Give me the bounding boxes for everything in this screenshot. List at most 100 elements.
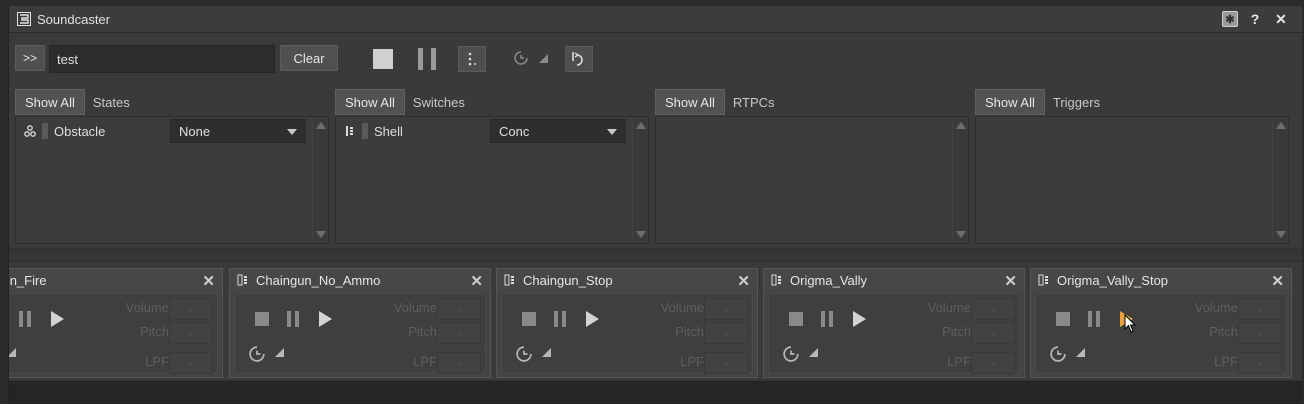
switches-header: Show All Switches — [335, 88, 465, 116]
triggers-list — [975, 116, 1289, 244]
clock-icon[interactable] — [249, 346, 265, 362]
ramp-icon[interactable] — [809, 348, 818, 357]
volume-label: Volume — [393, 300, 437, 315]
expand-button[interactable]: >> — [15, 45, 45, 71]
lpf-label: LPF — [413, 354, 437, 369]
pause-icon[interactable] — [19, 311, 31, 327]
lpf-value[interactable]: - — [1238, 352, 1282, 374]
rtpcs-show-all-button[interactable]: Show All — [655, 89, 725, 115]
lpf-value[interactable]: - — [437, 352, 481, 374]
ramp-icon[interactable] — [1076, 348, 1085, 357]
help-icon[interactable]: ? — [1246, 10, 1264, 28]
event-icon — [770, 273, 784, 287]
pitch-label: Pitch — [140, 324, 169, 339]
search-input[interactable]: test — [49, 45, 275, 73]
pause-icon[interactable] — [554, 311, 566, 327]
states-scrollbar[interactable] — [312, 117, 328, 243]
switches-list: Shell Conc — [335, 116, 649, 244]
pitch-label: Pitch — [408, 324, 437, 339]
card-title: Chaingun_No_Ammo — [256, 272, 381, 288]
pitch-label: Pitch — [1209, 324, 1238, 339]
card-title: Chaingun_Stop — [523, 272, 613, 288]
close-icon[interactable]: ✕ — [1004, 272, 1017, 290]
triggers-scrollbar[interactable] — [1272, 117, 1288, 243]
stop-icon[interactable] — [255, 312, 269, 326]
sound-card: Chaingun_Stop ✕ Volume Pitch LPF - - - — [496, 268, 758, 378]
volume-value[interactable]: - — [971, 298, 1015, 320]
play-icon[interactable] — [586, 311, 599, 327]
stop-icon[interactable] — [522, 312, 536, 326]
event-icon — [503, 273, 517, 287]
volume-label: Volume — [125, 300, 169, 315]
pause-icon[interactable] — [287, 311, 299, 327]
volume-value[interactable]: - — [704, 298, 748, 320]
volume-label: Volume — [660, 300, 704, 315]
play-icon[interactable] — [853, 311, 866, 327]
pause-icon[interactable] — [1088, 311, 1100, 327]
switch-group-icon — [342, 125, 358, 137]
clock-icon[interactable] — [514, 51, 528, 65]
ramp-icon[interactable] — [275, 348, 284, 357]
close-icon[interactable]: ✕ — [1272, 10, 1290, 28]
states-label: States — [92, 94, 130, 110]
triggers-header: Show All Triggers — [975, 88, 1100, 116]
states-list: Obstacle None — [15, 116, 329, 244]
play-icon[interactable] — [319, 311, 332, 327]
triggers-label: Triggers — [1052, 94, 1101, 110]
lpf-value[interactable]: - — [169, 352, 213, 374]
stop-all-button[interactable] — [373, 49, 393, 69]
pause-all-button[interactable] — [418, 48, 436, 70]
switch-value-dropdown[interactable]: Conc — [490, 119, 626, 143]
pitch-value[interactable]: - — [1238, 322, 1282, 344]
ramp-icon[interactable] — [539, 54, 548, 63]
volume-value[interactable]: - — [1238, 298, 1282, 320]
pause-icon[interactable] — [821, 311, 833, 327]
bottom-scroll-area[interactable] — [9, 380, 1302, 404]
rtpcs-scrollbar[interactable] — [952, 117, 968, 243]
list-item[interactable]: Obstacle — [16, 119, 105, 143]
rtpcs-list — [655, 116, 969, 244]
card-title: Origma_Vally — [790, 272, 868, 288]
pitch-value[interactable]: - — [437, 322, 481, 344]
stop-icon[interactable] — [1056, 312, 1070, 326]
play-icon[interactable] — [51, 311, 64, 327]
soundcaster-icon — [17, 12, 31, 26]
close-icon[interactable]: ✕ — [470, 272, 483, 290]
ramp-icon[interactable] — [542, 348, 551, 357]
pitch-value[interactable]: - — [169, 322, 213, 344]
ramp-icon[interactable] — [9, 348, 16, 357]
volume-value[interactable]: - — [169, 298, 213, 320]
pitch-value[interactable]: - — [704, 322, 748, 344]
options-button[interactable] — [458, 46, 486, 72]
reset-button[interactable] — [565, 46, 593, 72]
close-icon[interactable]: ✕ — [1271, 272, 1284, 290]
list-item[interactable]: Shell — [336, 119, 403, 143]
lpf-value[interactable]: - — [704, 352, 748, 374]
sound-card: Chaingun_No_Ammo ✕ Volume Pitch LPF - - … — [229, 268, 491, 378]
sound-card: Origma_Vally_Stop ✕ Volume Pitch LPF - -… — [1030, 268, 1292, 378]
chevron-down-icon — [287, 129, 297, 135]
switches-show-all-button[interactable]: Show All — [335, 89, 405, 115]
switches-scrollbar[interactable] — [632, 117, 648, 243]
pin-icon[interactable]: ✱ — [1222, 11, 1238, 27]
drag-handle[interactable] — [42, 123, 48, 139]
states-header: Show All States — [15, 88, 130, 116]
triggers-show-all-button[interactable]: Show All — [975, 89, 1045, 115]
clock-icon[interactable] — [783, 346, 799, 362]
clear-button[interactable]: Clear — [280, 45, 338, 71]
toolbar: >> test Clear — [9, 34, 1302, 86]
stop-icon[interactable] — [789, 312, 803, 326]
clock-icon[interactable] — [1050, 346, 1066, 362]
close-icon[interactable]: ✕ — [737, 272, 750, 290]
state-value-dropdown[interactable]: None — [170, 119, 306, 143]
volume-value[interactable]: - — [437, 298, 481, 320]
drag-handle[interactable] — [362, 123, 368, 139]
clock-icon[interactable] — [516, 346, 532, 362]
sound-cards: ngun_Fire ✕ Volume Pitch LPF - - - — [9, 268, 1302, 380]
volume-label: Volume — [1194, 300, 1238, 315]
states-show-all-button[interactable]: Show All — [15, 89, 85, 115]
close-icon[interactable]: ✕ — [202, 272, 215, 290]
panel-splitter[interactable] — [9, 248, 1302, 262]
pitch-value[interactable]: - — [971, 322, 1015, 344]
lpf-value[interactable]: - — [971, 352, 1015, 374]
